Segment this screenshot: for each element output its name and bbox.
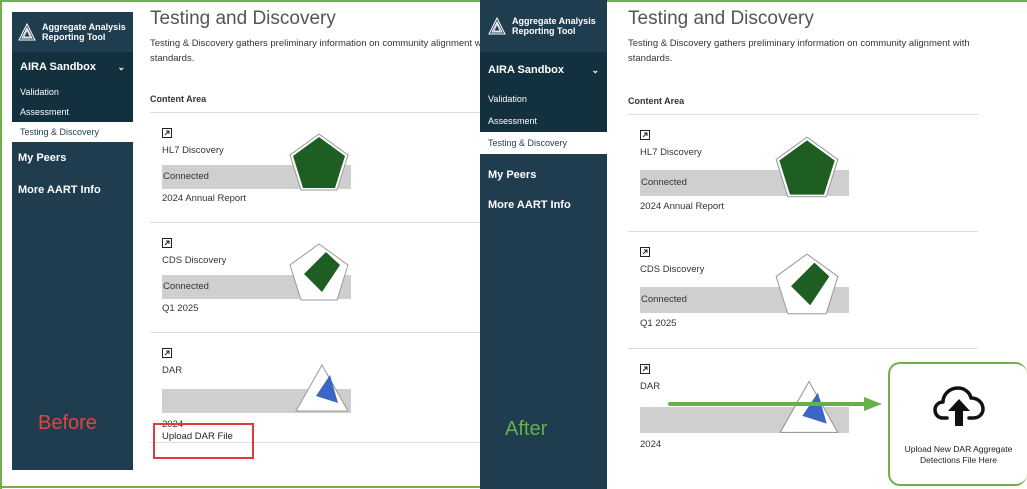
row-period: Q1 2025 <box>162 303 199 314</box>
intro-line-2: standards. <box>628 53 673 64</box>
row-period: Q1 2025 <box>640 318 677 329</box>
row-name: DAR <box>162 365 183 376</box>
sidebar-item-my-peers[interactable]: My Peers <box>480 154 607 184</box>
brand-line-2: Reporting Tool <box>42 32 106 42</box>
brand[interactable]: Aggregate Analysis Reporting Tool <box>480 0 607 52</box>
radar-pentagon-full-icon <box>289 133 349 191</box>
row-name: HL7 Discovery <box>640 147 702 158</box>
upload-text-line-2: Detections File Here <box>919 455 997 465</box>
external-link-icon[interactable] <box>640 127 650 140</box>
radar-pentagon-full-icon <box>775 136 839 198</box>
external-link-icon[interactable] <box>640 244 650 257</box>
row-name: CDS Discovery <box>640 264 705 275</box>
column-header: Content Area <box>628 96 978 115</box>
page-intro: Testing & Discovery gathers preliminary … <box>628 36 980 66</box>
nav-group-label: AIRA Sandbox <box>20 61 96 73</box>
after-label: After <box>505 418 548 440</box>
nav-group-header[interactable]: AIRA Sandbox ⌄ <box>12 52 133 82</box>
brand[interactable]: Aggregate Analysis Reporting Tool <box>12 12 133 52</box>
external-link-icon[interactable] <box>162 235 172 248</box>
sidebar-item-testing-discovery[interactable]: Testing & Discovery <box>480 132 607 154</box>
main-content: Testing and Discovery Testing & Discover… <box>150 8 500 443</box>
intro-line-1: Testing & Discovery gathers preliminary … <box>150 38 480 49</box>
row-name: HL7 Discovery <box>162 145 224 156</box>
sidebar-item-assessment[interactable]: Assessment <box>12 102 133 122</box>
brand-name: Aggregate Analysis Reporting Tool <box>42 22 126 42</box>
row-period: 2024 Annual Report <box>162 193 246 204</box>
page-intro: Testing & Discovery gathers preliminary … <box>150 36 480 66</box>
brand-line-1: Aggregate Analysis <box>512 16 596 26</box>
upload-text-line-1: Upload New DAR Aggregate <box>904 444 1013 454</box>
page-title: Testing and Discovery <box>150 8 336 29</box>
highlight-box-upload-link <box>153 423 254 459</box>
status-label: Connected <box>163 171 209 182</box>
sidebar-item-assessment[interactable]: Assessment <box>480 110 607 132</box>
status-label: Connected <box>641 294 687 305</box>
row-name: CDS Discovery <box>162 255 227 266</box>
column-header: Content Area <box>150 94 490 113</box>
table-row: HL7 Discovery Connected 2024 Annual Repo… <box>628 115 978 232</box>
table-row: CDS Discovery Connected Q1 2025 <box>150 223 490 333</box>
row-period: 2024 Annual Report <box>640 201 724 212</box>
row-name: DAR <box>640 381 661 392</box>
brand-line-1: Aggregate Analysis <box>42 22 126 32</box>
page-title: Testing and Discovery <box>628 8 814 29</box>
sidebar: Aggregate Analysis Reporting Tool AIRA S… <box>12 12 133 470</box>
sidebar-item-validation[interactable]: Validation <box>12 82 133 102</box>
radar-triangle-icon <box>295 363 349 412</box>
sidebar-item-validation[interactable]: Validation <box>480 88 607 110</box>
table-row: CDS Discovery Connected Q1 2025 <box>628 232 978 349</box>
radar-pentagon-partial-icon <box>775 253 839 315</box>
intro-line-1: Testing & Discovery gathers preliminary … <box>628 38 970 49</box>
chevron-down-icon: ⌄ <box>591 64 599 75</box>
nav-group-aira-sandbox: AIRA Sandbox ⌄ Validation Assessment Tes… <box>480 52 607 154</box>
brand-line-2: Reporting Tool <box>512 26 576 36</box>
sidebar-item-testing-discovery[interactable]: Testing & Discovery <box>12 122 133 142</box>
aart-logo-icon <box>18 23 36 41</box>
right-arrow-icon <box>668 397 882 411</box>
upload-dropzone-label: Upload New DAR Aggregate Detections File… <box>889 444 1027 466</box>
intro-line-2: standards. <box>150 53 195 64</box>
cloud-upload-icon <box>932 386 985 426</box>
sidebar-item-more-aart-info[interactable]: More AART Info <box>12 174 133 206</box>
before-panel: Aggregate Analysis Reporting Tool AIRA S… <box>0 0 500 489</box>
radar-pentagon-partial-icon <box>289 243 349 301</box>
nav-group-header[interactable]: AIRA Sandbox ⌄ <box>480 52 607 88</box>
status-label: Connected <box>163 281 209 292</box>
external-link-icon[interactable] <box>162 125 172 138</box>
row-period: 2024 <box>640 439 662 450</box>
sidebar: Aggregate Analysis Reporting Tool AIRA S… <box>480 0 607 489</box>
external-link-icon[interactable] <box>640 361 650 374</box>
upload-dar-dropzone[interactable]: Upload New DAR Aggregate Detections File… <box>888 362 1027 486</box>
aart-logo-icon <box>488 17 506 35</box>
before-label: Before <box>38 412 97 434</box>
brand-name: Aggregate Analysis Reporting Tool <box>512 16 596 36</box>
nav-group-label: AIRA Sandbox <box>488 64 564 76</box>
external-link-icon[interactable] <box>162 345 172 358</box>
sidebar-item-my-peers[interactable]: My Peers <box>12 142 133 174</box>
table-row: HL7 Discovery Connected 2024 Annual Repo… <box>150 113 490 223</box>
chevron-down-icon: ⌄ <box>117 61 125 72</box>
status-label: Connected <box>641 177 687 188</box>
nav-group-aira-sandbox: AIRA Sandbox ⌄ Validation Assessment Tes… <box>12 52 133 142</box>
